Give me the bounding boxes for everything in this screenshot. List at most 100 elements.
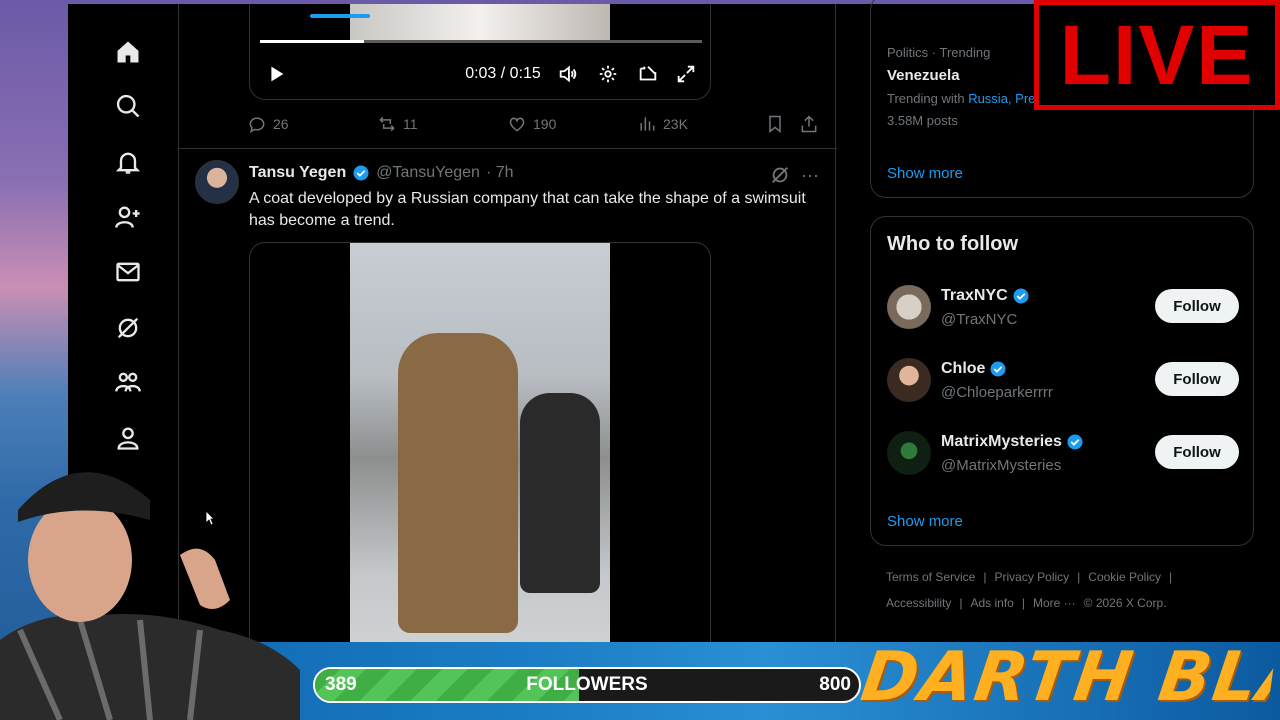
nav-notifications[interactable] <box>108 142 148 182</box>
tweet-time[interactable]: · 7h <box>486 164 514 182</box>
share-icon <box>801 115 817 133</box>
trend-meta: Politics · Trending <box>887 45 991 60</box>
bar-chart-icon <box>640 117 655 131</box>
user-name-row: Chloe <box>941 360 1007 378</box>
trend-title[interactable]: Venezuela <box>887 67 960 84</box>
reply-count: 26 <box>273 116 289 132</box>
person-in-coat <box>520 393 600 593</box>
ads-info-link[interactable]: Ads info <box>970 596 1013 610</box>
repost-icon <box>379 116 395 132</box>
nav-communities[interactable] <box>108 362 148 402</box>
nav-follow[interactable] <box>108 197 148 237</box>
author-handle[interactable]: @TansuYegen <box>376 164 480 182</box>
time-separator: / <box>496 65 510 82</box>
reply-button[interactable]: 26 <box>247 112 289 136</box>
pip-button[interactable] <box>636 62 660 86</box>
view-count: 23K <box>663 116 688 132</box>
follow-suggestion[interactable]: Chloe @Chloeparkerrrr Follow <box>887 358 1239 406</box>
video-player[interactable]: 0:03 / 0:15 <box>249 4 711 100</box>
tweet-author: Tansu Yegen @TansuYegen · 7h <box>249 164 514 182</box>
footer-separator: | <box>983 570 987 584</box>
pip-icon <box>639 66 657 81</box>
live-label: LIVE <box>1059 8 1255 102</box>
speaker-icon <box>559 65 577 83</box>
volume-button[interactable] <box>556 62 580 86</box>
bookmark-button[interactable] <box>765 112 785 136</box>
streamer-webcam <box>0 440 300 720</box>
user-handle: @Chloeparkerrrr <box>941 384 1053 401</box>
like-count: 190 <box>533 116 557 132</box>
user-avatar[interactable] <box>887 431 931 475</box>
user-name[interactable]: Chloe <box>941 360 985 378</box>
footer-links-row-2: Accessibility | Ads info | More ··· © 2026… <box>886 596 1167 610</box>
views-button[interactable]: 23K <box>637 112 688 136</box>
more-link[interactable]: More ··· <box>1033 596 1076 610</box>
communities-icon <box>115 372 141 392</box>
tweet-text: A coat developed by a Russian company th… <box>249 190 806 229</box>
bookmark-icon <box>769 115 781 134</box>
user-avatar[interactable] <box>887 285 931 329</box>
trending-show-more[interactable]: Show more <box>887 165 963 182</box>
follow-suggestion[interactable]: MatrixMysteries @MatrixMysteries Follow <box>887 431 1239 479</box>
author-avatar[interactable] <box>195 160 239 204</box>
footer-separator: | <box>1169 570 1173 584</box>
terms-link[interactable]: Terms of Service <box>886 570 975 584</box>
seek-bar[interactable] <box>260 40 702 43</box>
trend-with-label: Trending with <box>887 91 965 106</box>
nav-explore[interactable] <box>108 86 148 126</box>
who-to-follow-title: Who to follow <box>887 233 1019 255</box>
person-in-suit <box>398 333 518 633</box>
author-name[interactable]: Tansu Yegen <box>249 164 346 182</box>
share-button[interactable] <box>799 112 819 136</box>
accessibility-link[interactable]: Accessibility <box>886 596 951 610</box>
user-name[interactable]: TraxNYC <box>941 287 1008 305</box>
play-button[interactable] <box>264 62 288 86</box>
user-handle: @TraxNYC <box>941 311 1018 328</box>
right-sidebar: Politics · Trending Venezuela Trending w… <box>868 0 1280 720</box>
cookie-link[interactable]: Cookie Policy <box>1088 570 1161 584</box>
footer-separator: | <box>1021 596 1025 610</box>
fullscreen-button[interactable] <box>674 62 698 86</box>
footer-links-row-1: Terms of Service | Privacy Policy | Cookie… <box>886 570 1172 584</box>
trend-posts: 3.58M posts <box>887 113 958 128</box>
nav-home[interactable] <box>108 32 148 72</box>
more-options-icon[interactable]: ··· <box>799 164 821 186</box>
tweet-divider <box>179 148 837 149</box>
mouse-cursor-icon <box>205 510 215 526</box>
verified-badge-icon <box>1067 434 1083 450</box>
user-name-row: TraxNYC <box>941 287 1030 305</box>
bell-icon <box>115 152 141 174</box>
follower-goal-bar: 389 FOLLOWERS 800 <box>313 667 861 703</box>
copyright: © 2026 X Corp. <box>1083 596 1167 610</box>
user-name[interactable]: MatrixMysteries <box>941 433 1062 451</box>
verified-badge-icon <box>353 165 369 181</box>
time-total: 0:15 <box>509 65 541 82</box>
seek-fill <box>260 40 364 43</box>
repost-button[interactable]: 11 <box>377 112 418 136</box>
expand-icon <box>677 65 695 83</box>
follow-button[interactable]: Follow <box>1155 435 1239 469</box>
privacy-link[interactable]: Privacy Policy <box>994 570 1069 584</box>
repost-count: 11 <box>403 116 418 132</box>
user-handle: @MatrixMysteries <box>941 457 1062 474</box>
follow-button[interactable]: Follow <box>1155 362 1239 396</box>
reply-icon <box>249 117 265 134</box>
streamer-brand-title: DARTH BLAZE <box>856 638 1278 717</box>
gear-icon <box>599 65 617 83</box>
follow-button[interactable]: Follow <box>1155 289 1239 323</box>
follow-suggestion[interactable]: TraxNYC @TraxNYC Follow <box>887 285 1239 333</box>
nav-messages[interactable] <box>108 252 148 292</box>
settings-button[interactable] <box>596 62 620 86</box>
heart-icon <box>509 117 525 132</box>
mail-icon <box>116 262 140 282</box>
grok-explain-icon[interactable] <box>769 164 791 186</box>
footer-separator: | <box>1077 570 1081 584</box>
like-button[interactable]: 190 <box>507 112 556 136</box>
video-frame <box>350 4 610 42</box>
goal-target: 800 <box>819 674 851 695</box>
live-badge: LIVE <box>1034 0 1280 110</box>
nav-grok[interactable] <box>108 308 148 348</box>
video-time: 0:03 / 0:15 <box>460 62 546 86</box>
who-to-follow-show-more[interactable]: Show more <box>887 513 963 530</box>
user-avatar[interactable] <box>887 358 931 402</box>
